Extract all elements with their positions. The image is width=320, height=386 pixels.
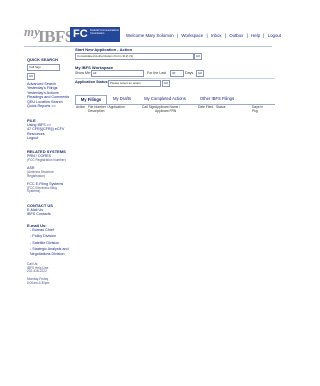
column-applicant[interactable]: Applicant Name / Applicant FRN — [155, 105, 190, 114]
column-call-sign[interactable]: Call Sign — [142, 105, 155, 110]
workspace-divider — [75, 78, 275, 79]
for-last-label: For the Last — [147, 70, 167, 75]
new-application-go-button[interactable]: GO — [194, 53, 202, 60]
tab-my-drafts[interactable]: My Drafts — [109, 95, 135, 103]
fcc-badge-agency: Federal Communications Commission — [90, 29, 119, 36]
frn-cores-note: (FCC Registration Number) — [27, 157, 66, 162]
workspace-go-button[interactable]: GO — [196, 70, 204, 77]
workspace-link[interactable]: Workspace — [181, 33, 203, 38]
separator: | — [224, 33, 226, 38]
separator: | — [206, 33, 208, 38]
main-content: Start New Application - Action Consolida… — [75, 47, 275, 113]
quick-search-heading: QUICK SEARCH — [27, 57, 58, 62]
column-action[interactable]: Action — [76, 105, 85, 110]
column-date-filed[interactable]: Date Filed — [198, 105, 213, 110]
column-status[interactable]: Status — [216, 105, 225, 110]
new-application-label: Start New Application - Action — [75, 47, 133, 52]
sidebar: QUICK SEARCH Call Sign GO Advanced Searc… — [27, 55, 70, 285]
column-days-in-pkg[interactable]: Days in Pkg — [252, 105, 268, 114]
hours-times: 8:00am-4:30pm — [27, 280, 50, 285]
tab-my-filings[interactable]: My Filings — [75, 95, 107, 104]
separator: | — [263, 33, 265, 38]
inbox-link[interactable]: Inbox — [211, 33, 222, 38]
application-status-select[interactable]: Please select an action — [108, 80, 161, 87]
separator: | — [176, 33, 179, 38]
tab-my-completed-actions[interactable]: My Completed Actions — [139, 95, 191, 103]
days-label: Days — [185, 70, 194, 75]
logout-link[interactable]: Logout — [268, 33, 281, 38]
show-me-select[interactable]: All — [91, 70, 144, 77]
workspace-tabs: My Filings My Drafts My Completed Action… — [75, 95, 275, 104]
fcc-logo-badge: FC Federal Communications Commission — [70, 27, 120, 42]
cfr-link[interactable]: 47 CFR§(CFR§) eCFV — [27, 127, 70, 131]
application-status-row: Application Status: Please select an act… — [75, 80, 275, 87]
application-status-label: Application Status: — [75, 80, 109, 85]
fcc-efiling-note: (FCC Electronic filing Systems) — [27, 185, 57, 194]
tab-other-ibfs-filings[interactable]: Other IBFS Filings — [194, 95, 240, 103]
separator: | — [246, 33, 248, 38]
column-file-number[interactable]: File Number / Application Description — [88, 105, 126, 114]
strategic-analysis-link[interactable]: - Strategic Analysis and Negotiations Di… — [27, 247, 70, 256]
filings-table-header: Action File Number / Application Descrip… — [75, 105, 275, 116]
quick-search-select[interactable]: Call Sign — [27, 64, 60, 71]
help-link[interactable]: Help — [251, 33, 260, 38]
application-status-go-button[interactable]: GO — [162, 80, 170, 87]
quick-search-go-button[interactable]: GO — [27, 73, 35, 80]
new-application-select[interactable]: Consolidated Authorization (Form 312) (S… — [75, 53, 194, 60]
outbox-link[interactable]: Outbox — [229, 33, 243, 38]
top-links: Welcome Mary Solomon | Workspace | Inbox… — [126, 33, 283, 38]
for-last-select[interactable]: 30 — [170, 70, 184, 77]
fcc-badge-letters: FC — [73, 28, 88, 40]
asr-note: (Antenna Structure Registration) — [27, 169, 54, 178]
welcome-text: Welcome Mary Solomon — [126, 33, 174, 38]
workspace-filter-row: Show Me: All For the Last 30 Days GO — [75, 70, 275, 77]
logo-text: IBFS — [38, 27, 74, 46]
show-me-label: Show Me: — [75, 70, 91, 75]
